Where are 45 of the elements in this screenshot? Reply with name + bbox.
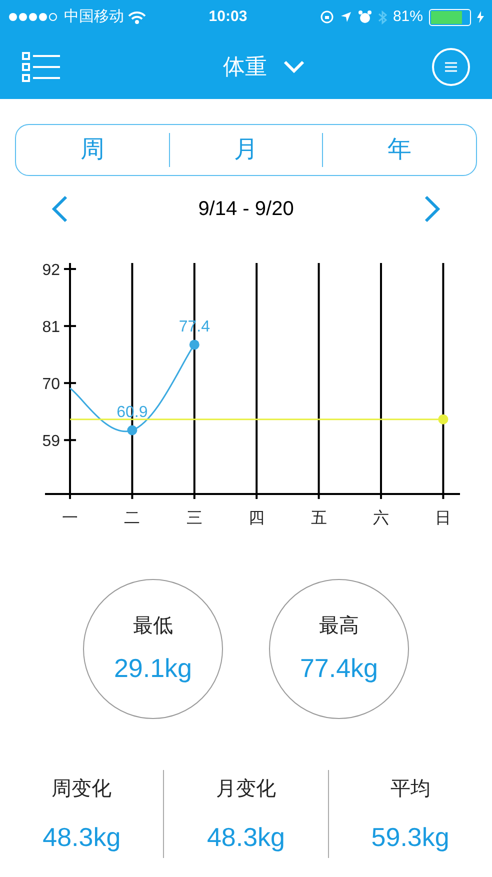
x-tick-label: 四 [248,510,265,527]
title-dropdown[interactable]: 体重 [223,50,305,83]
stat-label: 最高 [319,614,359,638]
y-tick-label: 70 [42,376,60,394]
rotation-lock-icon [320,10,334,24]
stat-value: 29.1kg [114,652,192,684]
signal-icon [8,12,60,22]
y-tick-label: 59 [42,433,60,450]
battery-icon [429,8,471,26]
x-tick-label: 二 [124,510,140,527]
data-point [438,414,448,424]
chevron-down-icon [283,60,305,74]
stat-label: 周变化 [52,777,112,802]
stat-label: 月变化 [216,777,276,802]
date-range: 9/14 - 9/20 [198,197,294,222]
stat-label: 最低 [133,614,173,638]
data-point [189,340,200,350]
x-tick-label: 三 [186,510,202,527]
x-tick-label: 六 [373,510,389,527]
stat-value: 48.3kg [42,821,121,854]
previous-arrow-icon[interactable] [50,194,70,224]
stat-value: 48.3kg [206,821,286,854]
x-tick-label: 一 [62,510,78,527]
y-tick-label: 81 [42,319,60,336]
menu-icon[interactable] [432,48,470,86]
x-tick-label: 日 [435,510,452,527]
x-tick-label: 五 [310,510,327,527]
stat-value: 77.4kg [300,652,378,684]
wifi-icon [128,10,146,24]
alarm-icon [358,10,372,24]
stat-label: 平均 [390,777,430,802]
location-arrow-icon [340,11,352,23]
y-tick-label: 92 [42,262,60,279]
stat-value: 59.3kg [371,821,450,854]
charging-bolt-icon [477,11,484,23]
period-tab[interactable]: 月 [170,125,322,175]
list-menu-icon[interactable] [22,52,60,82]
clock-time: 10:03 [208,6,248,27]
data-point [127,425,138,436]
carrier-name: 中国移动 [64,6,124,27]
period-tab[interactable]: 周 [16,125,169,175]
bluetooth-icon [378,10,387,24]
next-arrow-icon[interactable] [422,194,442,224]
battery-percent: 81% [392,6,423,27]
period-tab[interactable]: 年 [323,125,476,175]
